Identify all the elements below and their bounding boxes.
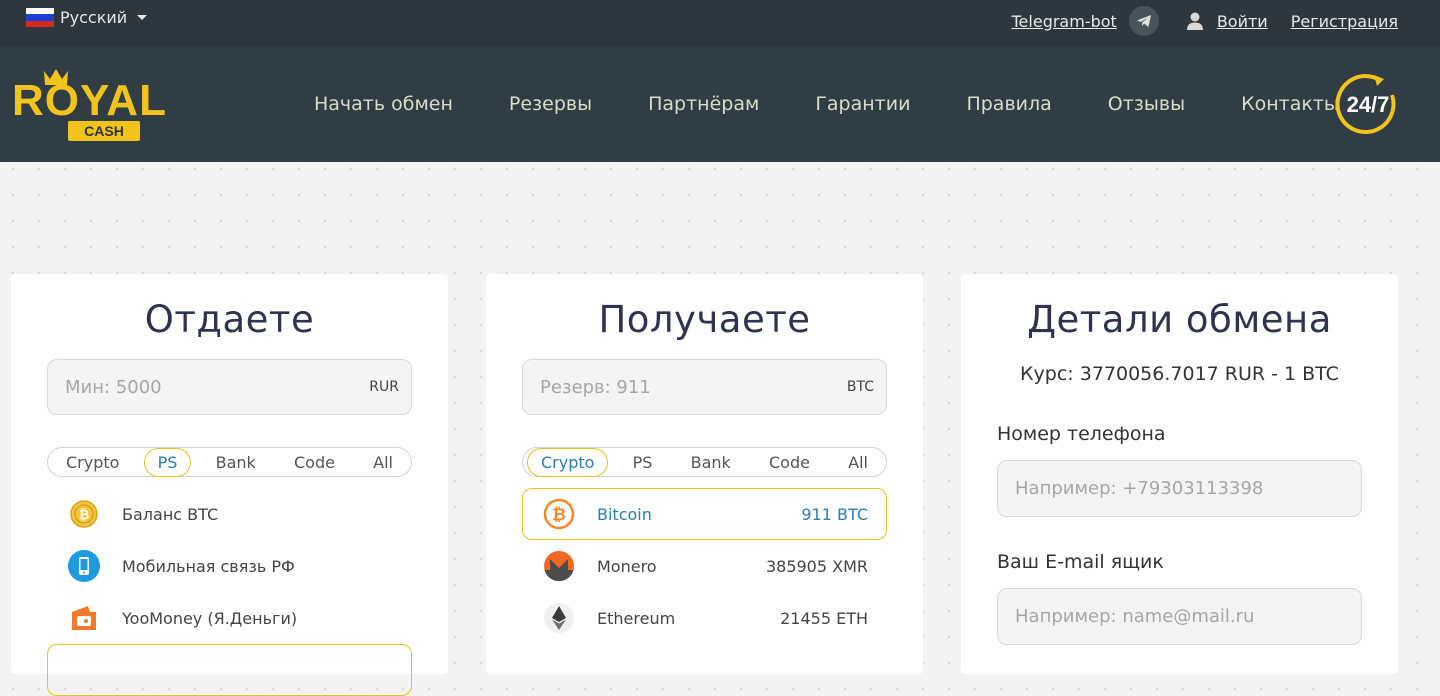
- exchange-rate: Курс: 3770056.7017 RUR - 1 BTC: [1020, 363, 1339, 385]
- nav-partners[interactable]: Партнёрам: [648, 93, 759, 115]
- support-badge-text: 24/7: [1347, 92, 1390, 117]
- top-links: Telegram-bot Войти Регистрация: [1012, 6, 1398, 36]
- nav-reserves[interactable]: Резервы: [509, 93, 592, 115]
- btc-balance-icon: ₿: [68, 498, 100, 530]
- details-card: Детали обмена Курс: 3770056.7017 RUR - 1…: [961, 274, 1398, 674]
- nav-contacts[interactable]: Контакты: [1241, 93, 1339, 115]
- receive-tab-code[interactable]: Code: [755, 448, 824, 477]
- monero-icon: [543, 550, 575, 582]
- receive-item-name: Ethereum: [597, 608, 676, 628]
- main-navigation: ROYAL CASH Начать обмен Резервы Партнёра…: [0, 47, 1440, 162]
- give-item-name: Мобильная связь РФ: [122, 556, 295, 576]
- language-label: Русский: [60, 8, 128, 27]
- receive-item-ethereum[interactable]: Ethereum 21455 ETH: [522, 592, 887, 644]
- receive-item-name: Monero: [597, 556, 657, 576]
- receive-tab-all[interactable]: All: [834, 448, 882, 477]
- phone-input[interactable]: [998, 461, 1361, 516]
- phone-field-box: [997, 460, 1362, 517]
- receive-currency-list: ₿ Bitcoin 911 BTC Monero 385905 XMR Ethe…: [522, 488, 887, 644]
- russia-flag-icon: [26, 8, 54, 27]
- nav-start-exchange[interactable]: Начать обмен: [314, 93, 453, 115]
- give-currency-list: ₿ Баланс BTC Мобильная связь РФ YooMoney…: [47, 488, 412, 696]
- svg-text:₿: ₿: [79, 508, 90, 523]
- email-field-box: [997, 588, 1362, 645]
- give-currency: RUR: [369, 379, 399, 395]
- receive-amount-input[interactable]: [523, 360, 813, 414]
- receive-item-name: Bitcoin: [597, 504, 652, 524]
- telegram-bot-link[interactable]: Telegram-bot: [1012, 12, 1117, 31]
- give-item-btc-balance[interactable]: ₿ Баланс BTC: [47, 488, 412, 540]
- receive-tab-ps[interactable]: PS: [619, 448, 667, 477]
- give-tab-crypto[interactable]: Crypto: [52, 448, 133, 477]
- receive-amount-box: BTC: [522, 359, 887, 415]
- ethereum-icon: [543, 602, 575, 634]
- receive-card: Получаете BTC Crypto PS Bank Code All ₿ …: [486, 274, 923, 674]
- receive-title: Получаете: [598, 298, 811, 341]
- receive-item-monero[interactable]: Monero 385905 XMR: [522, 540, 887, 592]
- give-item-name: YooMoney (Я.Деньги): [122, 608, 298, 628]
- details-title: Детали обмена: [1027, 298, 1332, 341]
- nav-reviews[interactable]: Отзывы: [1108, 93, 1185, 115]
- top-bar: Русский Telegram-bot Войти Регистрация: [0, 0, 1440, 47]
- receive-tabs: Crypto PS Bank Code All: [522, 447, 887, 477]
- language-selector[interactable]: Русский: [26, 8, 148, 27]
- nav-guarantees[interactable]: Гарантии: [815, 93, 910, 115]
- give-tab-ps[interactable]: PS: [143, 447, 192, 477]
- receive-tab-bank[interactable]: Bank: [677, 448, 745, 477]
- give-tabs: Crypto PS Bank Code All: [47, 447, 412, 477]
- receive-item-amount: 385905 XMR: [765, 556, 868, 576]
- receive-currency: BTC: [846, 379, 874, 395]
- give-tab-bank[interactable]: Bank: [202, 448, 270, 477]
- royal-cash-logo[interactable]: ROYAL CASH: [12, 67, 198, 143]
- receive-item-amount: 911 BTC: [801, 504, 868, 524]
- give-card: Отдаете RUR Crypto PS Bank Code All ₿ Ба…: [11, 274, 448, 696]
- give-tab-all[interactable]: All: [359, 448, 407, 477]
- svg-text:₿: ₿: [552, 505, 566, 525]
- login-link[interactable]: Войти: [1217, 12, 1268, 31]
- receive-item-amount: 21455 ETH: [780, 608, 868, 628]
- give-item-yoomoney[interactable]: YooMoney (Я.Деньги): [47, 592, 412, 644]
- email-input[interactable]: [998, 589, 1361, 644]
- logo-text: ROYAL: [12, 76, 167, 125]
- give-title: Отдаете: [144, 298, 315, 341]
- support-24-7-icon: 24/7: [1335, 74, 1396, 135]
- main-menu: Начать обмен Резервы Партнёрам Гарантии …: [314, 93, 1339, 115]
- caret-down-icon: [137, 15, 148, 20]
- receive-item-bitcoin[interactable]: ₿ Bitcoin 911 BTC: [522, 488, 887, 540]
- mobile-phone-icon: [68, 550, 100, 582]
- bitcoin-icon: ₿: [543, 498, 575, 530]
- register-link[interactable]: Регистрация: [1291, 12, 1398, 31]
- receive-tab-crypto[interactable]: Crypto: [527, 447, 609, 477]
- user-icon: [1185, 11, 1205, 31]
- telegram-icon[interactable]: [1128, 6, 1159, 36]
- give-item-mobile[interactable]: Мобильная связь РФ: [47, 540, 412, 592]
- give-tab-code[interactable]: Code: [280, 448, 349, 477]
- logo-subtext: CASH: [84, 123, 124, 139]
- give-amount-input[interactable]: [48, 360, 338, 414]
- give-item-name: Баланс BTC: [122, 504, 219, 524]
- phone-label: Номер телефона: [997, 423, 1166, 445]
- nav-rules[interactable]: Правила: [966, 93, 1051, 115]
- email-label: Ваш E-mail ящик: [997, 551, 1164, 573]
- give-amount-box: RUR: [47, 359, 412, 415]
- yoomoney-icon: [68, 602, 100, 634]
- give-item-selected[interactable]: [47, 644, 412, 696]
